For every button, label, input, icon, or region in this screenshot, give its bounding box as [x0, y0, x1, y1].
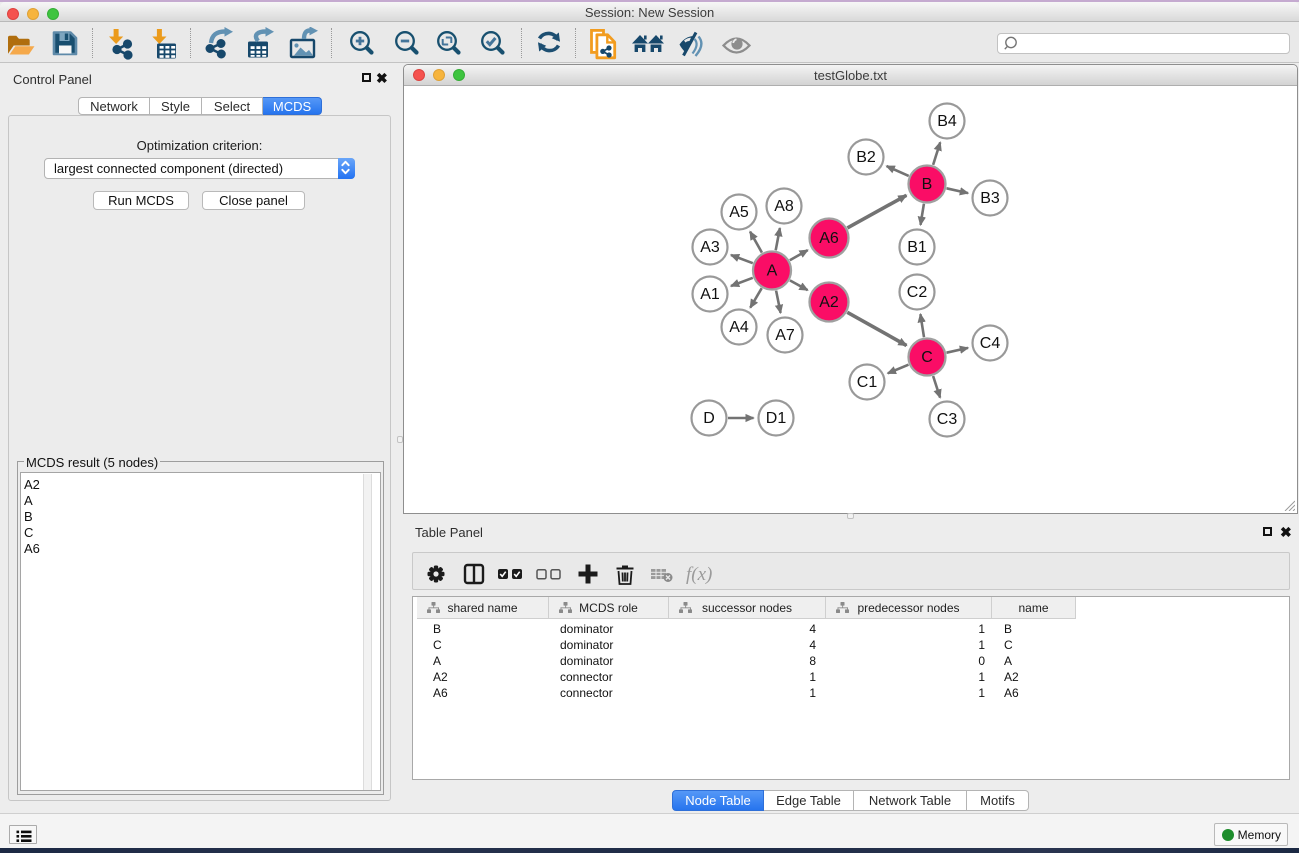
svg-text:A7: A7	[775, 327, 795, 344]
svg-text:B1: B1	[907, 239, 927, 256]
svg-text:A4: A4	[729, 319, 749, 336]
svg-text:A8: A8	[774, 198, 794, 215]
svg-text:B2: B2	[856, 149, 876, 166]
svg-text:C4: C4	[980, 335, 1001, 352]
svg-text:A6: A6	[819, 230, 839, 247]
svg-text:C1: C1	[857, 374, 878, 391]
svg-text:C3: C3	[937, 411, 958, 428]
svg-text:C2: C2	[907, 284, 928, 301]
svg-text:A: A	[767, 263, 778, 280]
svg-text:A2: A2	[819, 294, 839, 311]
svg-text:C: C	[921, 349, 933, 366]
svg-text:D1: D1	[766, 410, 787, 427]
svg-text:f(x): f(x)	[686, 564, 712, 585]
svg-text:D: D	[703, 410, 715, 427]
svg-text:B: B	[922, 176, 933, 193]
svg-text:A3: A3	[700, 239, 720, 256]
svg-text:B4: B4	[937, 113, 957, 130]
svg-text:B3: B3	[980, 190, 1000, 207]
svg-text:A1: A1	[700, 286, 720, 303]
svg-text:A5: A5	[729, 204, 749, 221]
